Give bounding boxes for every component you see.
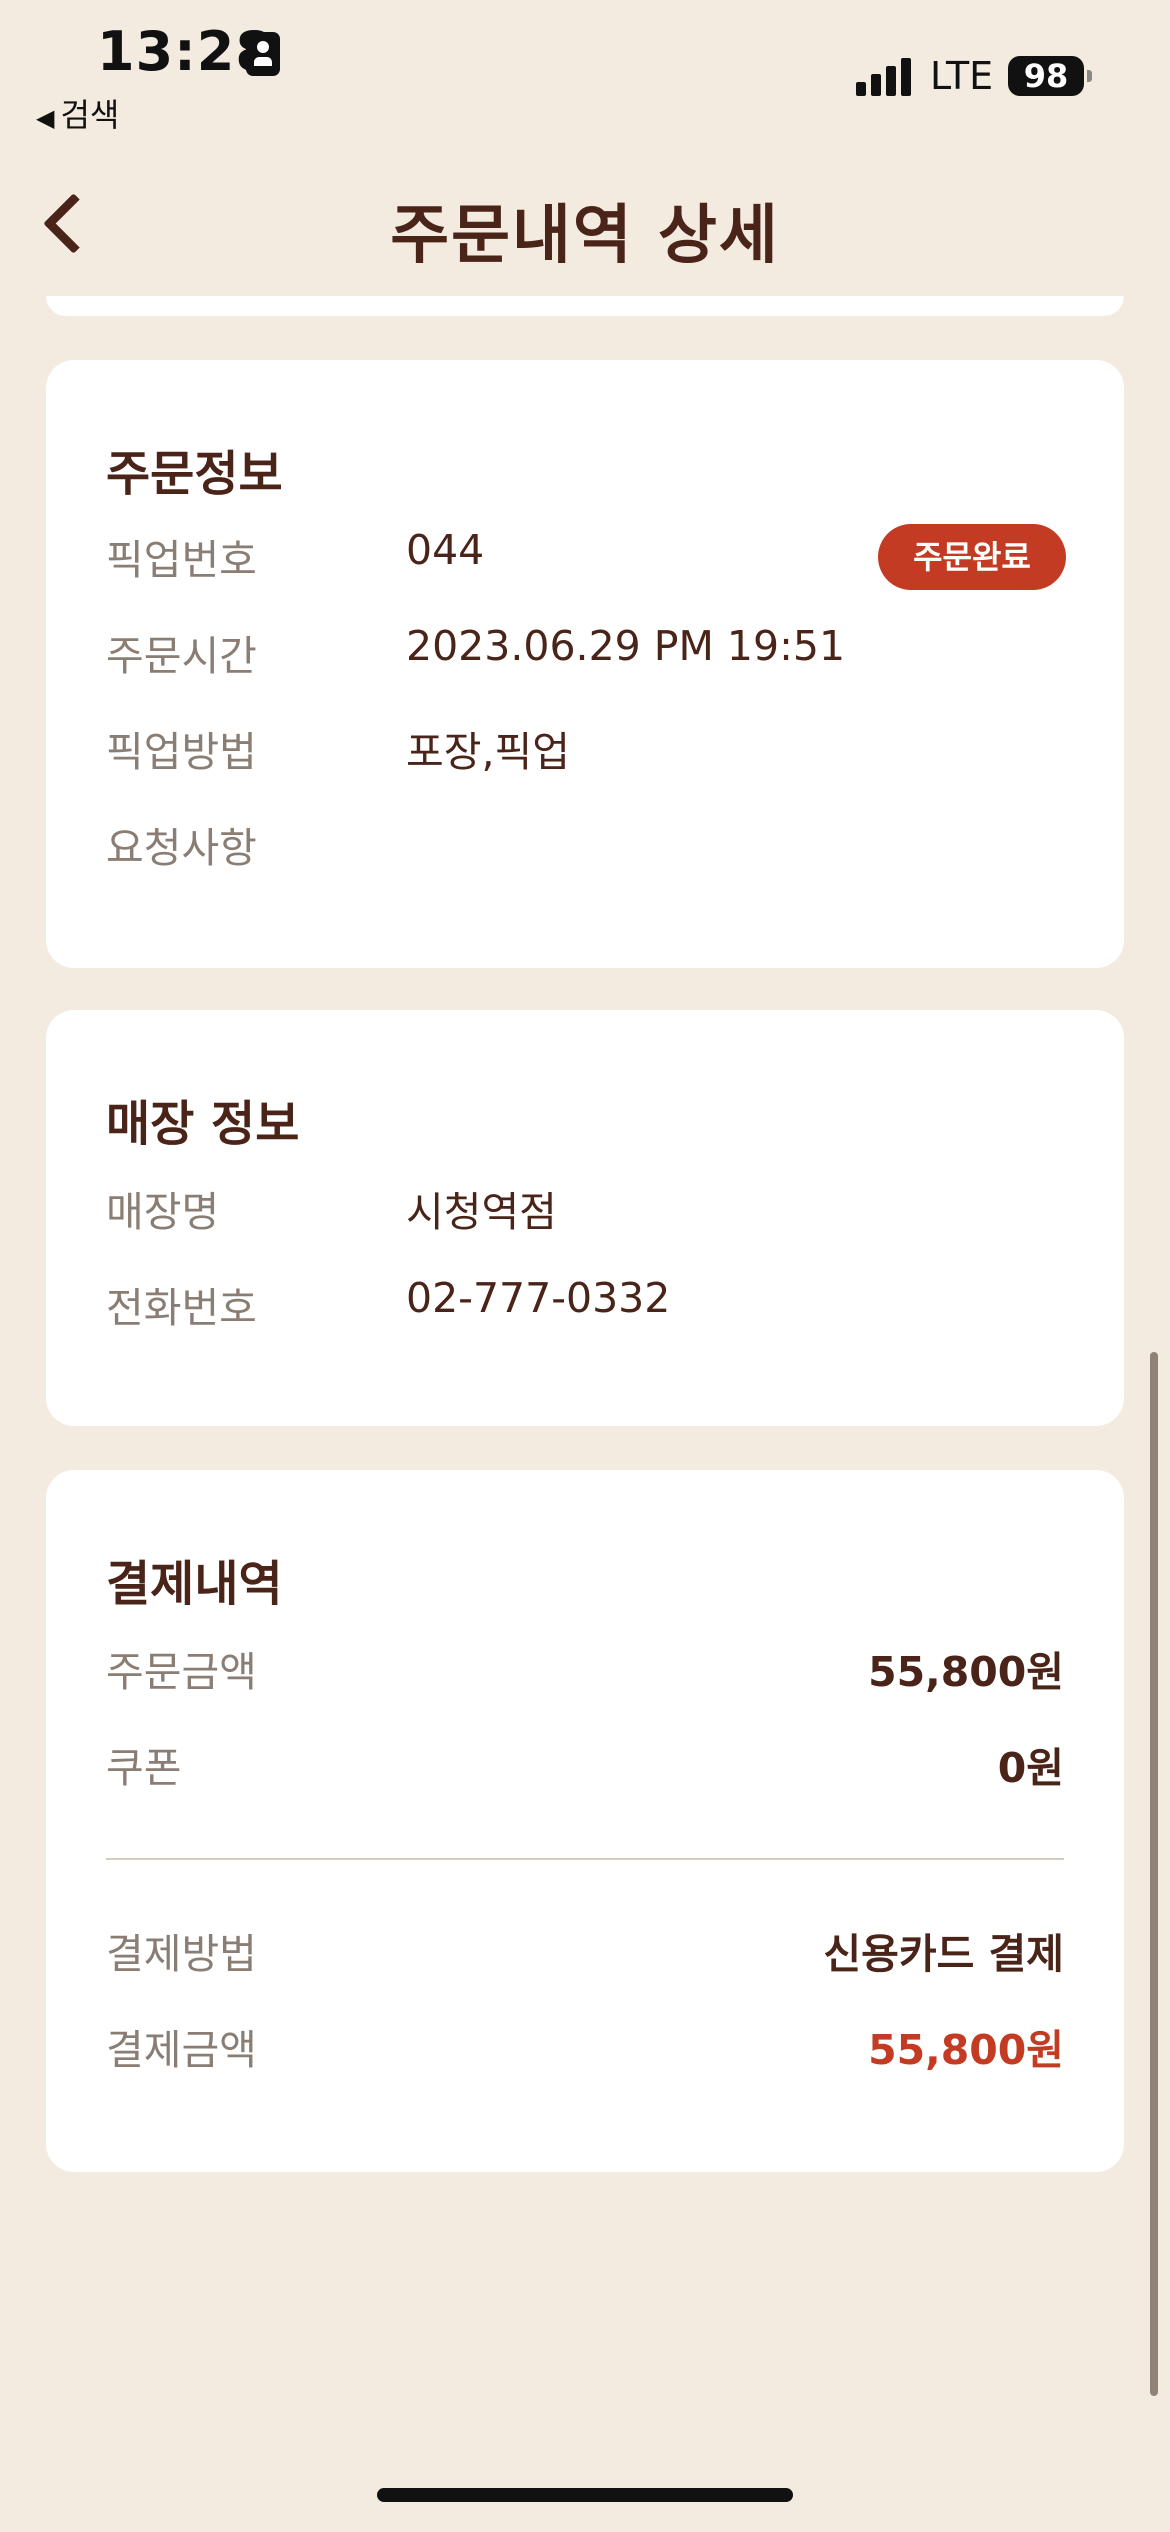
store-phone-value[interactable]: 02-777-0332 — [406, 1274, 670, 1322]
payment-card: 결제내역 주문금액 55,800원 쿠폰 0원 결제방법 신용카드 결제 결제금… — [46, 1470, 1124, 2172]
store-name-label: 매장명 — [106, 1188, 220, 1236]
contact-card-icon — [246, 32, 280, 76]
store-phone-row[interactable]: 전화번호 02-777-0332 — [106, 1274, 1064, 1334]
signal-strength-icon — [856, 58, 916, 96]
order-status-badge: 주문완료 — [878, 524, 1066, 590]
pickup-number-value: 044 — [406, 526, 485, 574]
status-bar: 13:28 ◀ 검색 LTE 98 — [0, 0, 1170, 140]
back-app-label: 검색 — [60, 96, 120, 134]
previous-card-edge — [46, 296, 1124, 316]
pickup-method-label: 픽업방법 — [106, 728, 257, 776]
order-time-label: 주문시간 — [106, 632, 257, 680]
store-info-title: 매장 정보 — [106, 1096, 300, 1152]
order-time-value: 2023.06.29 PM 19:51 — [406, 622, 846, 670]
network-type: LTE — [930, 54, 994, 98]
payment-total-value: 55,800원 — [868, 2026, 1064, 2074]
payment-method-label: 결제방법 — [106, 1930, 257, 1978]
order-info-card: 주문정보 픽업번호 044 주문완료 주문시간 2023.06.29 PM 19… — [46, 360, 1124, 968]
store-name-value: 시청역점 — [406, 1188, 557, 1236]
page-title: 주문내역 상세 — [390, 199, 780, 273]
scrollbar[interactable] — [1150, 1352, 1158, 2396]
battery-tip — [1087, 70, 1092, 82]
back-triangle-icon: ◀ — [36, 104, 55, 132]
payment-title: 결제내역 — [106, 1556, 283, 1612]
payment-total-row: 결제금액 55,800원 — [106, 2016, 1064, 2076]
order-info-title: 주문정보 — [106, 446, 283, 502]
payment-total-label: 결제금액 — [106, 2026, 257, 2074]
payment-divider — [106, 1858, 1064, 1860]
order-amount-value: 55,800원 — [868, 1648, 1064, 1696]
coupon-row: 쿠폰 0원 — [106, 1734, 1064, 1794]
request-label: 요청사항 — [106, 824, 257, 872]
payment-method-row: 결제방법 신용카드 결제 — [106, 1920, 1064, 1980]
coupon-label: 쿠폰 — [106, 1744, 182, 1792]
payment-method-value: 신용카드 결제 — [823, 1930, 1064, 1978]
nav-header: 주문내역 상세 — [0, 170, 1170, 280]
pickup-method-row: 픽업방법 포장,픽업 — [106, 718, 1064, 778]
store-name-row: 매장명 시청역점 — [106, 1178, 1064, 1238]
order-amount-label: 주문금액 — [106, 1648, 257, 1696]
store-phone-label: 전화번호 — [106, 1284, 257, 1332]
coupon-value: 0원 — [997, 1744, 1064, 1792]
order-time-row: 주문시간 2023.06.29 PM 19:51 — [106, 622, 1064, 682]
store-info-card: 매장 정보 매장명 시청역점 전화번호 02-777-0332 — [46, 1010, 1124, 1426]
pickup-number-label: 픽업번호 — [106, 536, 257, 584]
battery-icon: 98 — [1008, 56, 1084, 96]
request-row: 요청사항 — [106, 814, 1064, 874]
pickup-method-value: 포장,픽업 — [406, 728, 570, 776]
order-amount-row: 주문금액 55,800원 — [106, 1638, 1064, 1698]
back-to-app-link[interactable]: ◀ 검색 — [36, 90, 119, 136]
home-indicator[interactable] — [377, 2488, 793, 2502]
